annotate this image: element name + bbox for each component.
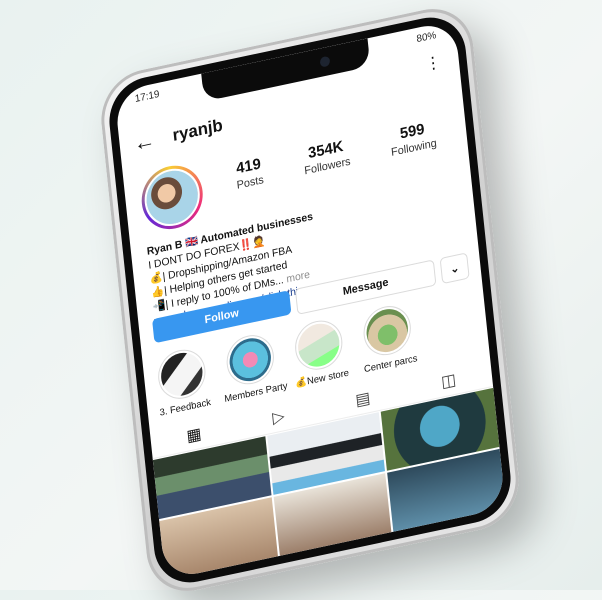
highlight-new-store[interactable]: 💰New store <box>287 315 352 390</box>
highlight-image <box>227 334 274 386</box>
highlight-cover <box>292 316 345 375</box>
tagged-icon[interactable]: ◫ <box>440 369 457 392</box>
status-time: 17:19 <box>134 88 160 106</box>
avatar[interactable] <box>138 159 206 235</box>
stat-following[interactable]: 599 Following <box>389 118 438 158</box>
highlight-members-party[interactable]: Members Party <box>218 329 289 405</box>
highlight-label: Members Party <box>223 380 289 405</box>
grid-icon[interactable]: ▦ <box>186 423 203 446</box>
stat-followers[interactable]: 354K Followers <box>302 137 351 178</box>
highlight-label: 3. Feedback <box>159 396 212 419</box>
phone-mockup: 17:19 80% ⋮ ← ryanjb 419 Posts 354K Foll… <box>96 0 524 600</box>
stage: 17:19 80% ⋮ ← ryanjb 419 Posts 354K Foll… <box>0 0 602 600</box>
phone-screen: 17:19 80% ⋮ ← ryanjb 419 Posts 354K Foll… <box>114 19 506 581</box>
back-arrow-icon[interactable]: ← <box>132 127 156 158</box>
highlight-cover <box>224 330 277 389</box>
highlight-center-parcs[interactable]: Center parcs <box>355 300 420 375</box>
username: ryanjb <box>171 115 224 145</box>
status-battery: 80% <box>416 29 437 46</box>
chevron-down-icon[interactable]: ⌄ <box>439 252 470 285</box>
highlight-image <box>364 305 410 356</box>
highlight-label: 💰New store <box>294 367 350 390</box>
highlight-image <box>295 319 342 371</box>
highlight-feedback[interactable]: 3. Feedback <box>150 344 215 419</box>
highlight-label: Center parcs <box>363 352 418 376</box>
highlight-image <box>159 348 205 400</box>
highlight-cover <box>361 301 414 360</box>
stat-posts[interactable]: 419 Posts <box>234 155 264 191</box>
more-options-icon[interactable]: ⋮ <box>424 52 442 75</box>
highlight-cover <box>155 345 208 404</box>
reels-icon[interactable]: ▷ <box>271 406 286 429</box>
guides-icon[interactable]: ▤ <box>354 388 372 411</box>
avatar-photo <box>141 163 203 232</box>
